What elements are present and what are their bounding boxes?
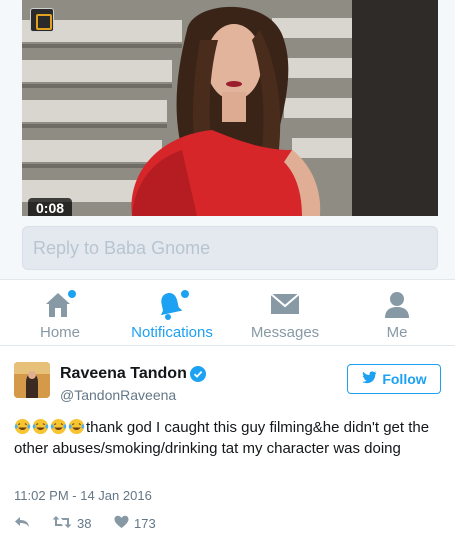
emoji-group	[14, 418, 86, 436]
home-icon	[43, 290, 77, 325]
heart-icon	[114, 515, 129, 532]
tab-bar: Home Notifications Messages Me	[0, 280, 455, 346]
laughing-emoji-icon	[68, 418, 85, 435]
person-icon	[382, 290, 412, 325]
follow-button[interactable]: Follow	[347, 364, 441, 394]
tab-messages[interactable]: Messages	[240, 280, 330, 346]
tweet-timestamp[interactable]: 11:02 PM - 14 Jan 2016	[14, 488, 152, 503]
tab-notifications[interactable]: Notifications	[118, 280, 226, 346]
reply-input[interactable]: Reply to Baba Gnome	[22, 226, 438, 270]
conversation-panel: 0:08 Reply to Baba Gnome	[0, 0, 455, 280]
tab-home[interactable]: Home	[20, 280, 100, 346]
bell-icon	[155, 290, 189, 325]
video-player[interactable]: 0:08	[22, 0, 438, 216]
user-handle[interactable]: @TandonRaveena	[60, 387, 176, 403]
tab-me-label: Me	[386, 324, 408, 341]
envelope-icon	[269, 290, 301, 325]
reply-icon	[14, 515, 30, 532]
like-button[interactable]: 173	[114, 515, 156, 532]
verified-icon	[190, 366, 206, 382]
tab-notifications-label: Notifications	[131, 324, 213, 341]
like-count: 173	[134, 516, 156, 531]
video-frame	[22, 0, 438, 216]
laughing-emoji-icon	[50, 418, 67, 435]
channel-logo-icon	[30, 8, 54, 32]
retweet-button[interactable]: 38	[52, 515, 91, 532]
tweet-text: thank god I caught this guy filming&he d…	[14, 417, 444, 459]
follow-button-label: Follow	[382, 371, 427, 387]
video-duration: 0:08	[28, 198, 73, 216]
tab-me[interactable]: Me	[357, 280, 437, 346]
home-unread-dot	[68, 290, 76, 298]
retweet-icon	[52, 515, 72, 532]
laughing-emoji-icon	[14, 418, 31, 435]
laughing-emoji-icon	[32, 418, 49, 435]
retweet-count: 38	[77, 516, 92, 531]
bird-icon	[361, 371, 377, 387]
tab-messages-label: Messages	[250, 324, 320, 341]
notifications-unread-dot	[181, 290, 189, 298]
tweet: Raveena Tandon @TandonRaveena Follow tha…	[0, 347, 455, 554]
tab-home-label: Home	[39, 324, 80, 341]
avatar[interactable]	[14, 362, 50, 398]
reply-button[interactable]	[14, 515, 30, 532]
display-name[interactable]: Raveena Tandon	[60, 365, 187, 383]
